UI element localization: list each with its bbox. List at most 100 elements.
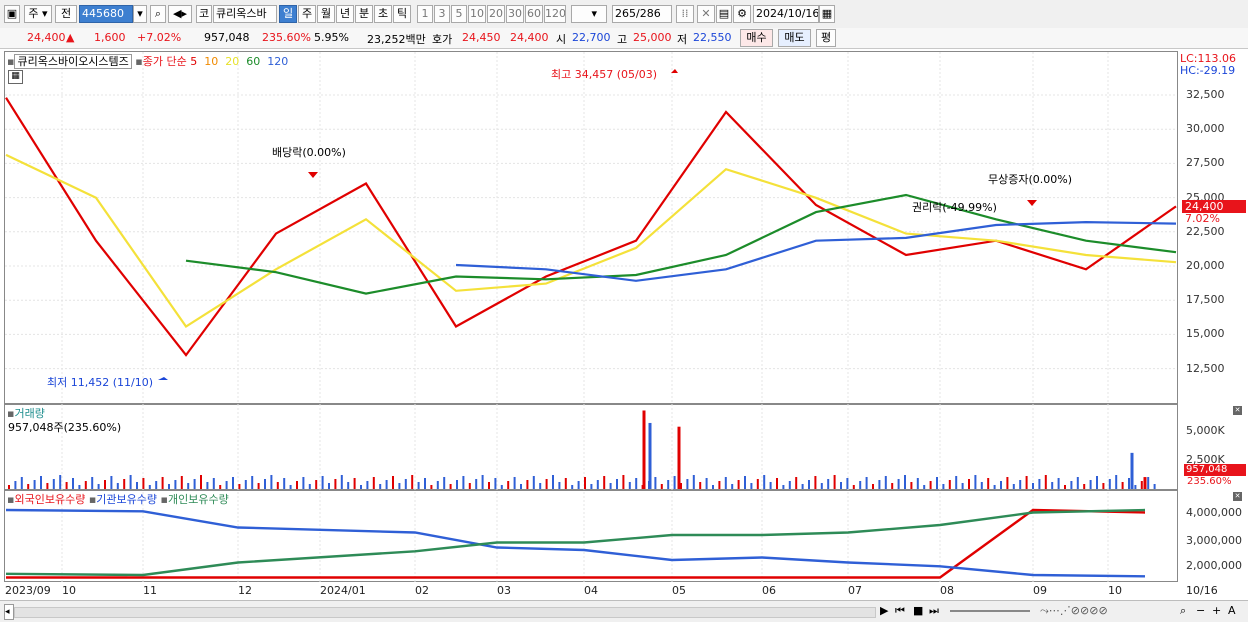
volume-bar	[616, 479, 618, 489]
price-axis-label: 22,500	[1186, 224, 1225, 238]
volume-bar	[980, 482, 983, 489]
zoom-out-icon[interactable]: −	[1196, 604, 1205, 617]
volume-bar	[532, 476, 535, 489]
volume-bar	[756, 479, 759, 489]
dividend-marker-icon	[308, 172, 318, 178]
individual-holding-label: 개인보유수량	[167, 493, 229, 506]
volume-bar	[27, 484, 30, 489]
volume-bar	[801, 484, 804, 489]
volume-bar	[750, 483, 753, 489]
volume-bar	[276, 482, 279, 489]
x-axis-label: 07	[848, 584, 862, 597]
volume-bar	[1019, 480, 1022, 489]
x-axis-label: 10	[1108, 584, 1122, 597]
volume-bar	[1115, 475, 1118, 489]
volume-bar	[635, 478, 638, 489]
volume-bar	[212, 478, 215, 489]
zoom-icon[interactable]: ⌕	[1180, 604, 1186, 618]
volume-bar	[97, 484, 100, 489]
volume-bar	[686, 479, 689, 489]
horizontal-scrollbar[interactable]	[14, 607, 876, 618]
volume-bar	[852, 485, 855, 489]
x-axis-label: 06	[762, 584, 776, 597]
price-series-종가	[5, 97, 1177, 357]
volume-bar	[884, 476, 887, 489]
x-axis-label: 10/16	[1186, 584, 1218, 597]
low-marker-icon	[158, 377, 168, 380]
volume-bar	[961, 483, 964, 489]
volume-bar	[795, 477, 798, 489]
volume-bar	[168, 484, 170, 489]
volume-bar	[840, 482, 842, 489]
volume-bar	[1025, 476, 1028, 489]
volume-bar	[232, 477, 234, 489]
zoom-slider[interactable]	[950, 610, 1030, 612]
volume-bar	[692, 475, 695, 489]
font-size-icon[interactable]: A	[1228, 604, 1236, 617]
zoom-in-icon[interactable]: +	[1212, 604, 1221, 617]
volume-bar	[257, 483, 260, 489]
x-axis-label: 09	[1033, 584, 1047, 597]
volume-bar	[872, 484, 874, 489]
volume-bar	[116, 483, 119, 489]
price-legend: ▪ 큐리옥스바이오시스템즈 ▪종가 단순 5 10 20 60 120	[7, 53, 295, 69]
volume-bar	[865, 477, 868, 489]
volume-bar	[283, 478, 286, 489]
stop-icon[interactable]: ■	[913, 604, 923, 617]
volume-bar	[1012, 484, 1015, 489]
volume-bar	[968, 479, 970, 489]
dividend-annotation: 배당락(0.00%)	[272, 146, 346, 159]
volume-bar	[1044, 475, 1047, 489]
rewind-icon[interactable]: ⏮	[895, 604, 905, 618]
volume-bar	[20, 477, 23, 489]
forward-icon[interactable]: ⏭	[929, 604, 939, 618]
volume-bar	[1057, 478, 1060, 489]
volume-bar	[974, 475, 977, 489]
scroll-right-icon[interactable]: ▶	[880, 604, 888, 617]
volume-bar	[1096, 476, 1098, 489]
price-axis-label: 15,000	[1186, 327, 1225, 341]
volume-bar	[270, 475, 273, 489]
volume-bar	[1147, 477, 1150, 489]
volume-tag: 957,048	[1184, 464, 1246, 476]
volume-bar	[737, 480, 740, 489]
volume-bar	[987, 478, 990, 489]
volume-bar	[571, 485, 574, 489]
volume-bar	[264, 479, 266, 489]
volume-bar	[1064, 485, 1066, 489]
volume-bar	[545, 479, 548, 489]
volume-bar	[481, 475, 484, 489]
volume-bar	[129, 475, 132, 489]
volume-bar	[769, 482, 772, 489]
price-axis-label: 30,000	[1186, 122, 1225, 136]
volume-bar	[1032, 483, 1034, 489]
volume-bar	[648, 422, 652, 489]
x-axis-label: 05	[672, 584, 686, 597]
volume-bar	[827, 479, 830, 489]
volume-bar	[577, 481, 580, 489]
volume-bar	[1108, 479, 1111, 489]
volume-bar	[65, 482, 68, 489]
volume-bar	[148, 485, 151, 489]
volume-bar	[308, 484, 311, 489]
volume-bar	[731, 484, 734, 489]
drawing-tools-icon[interactable]: ⤳⋯⋰⊘⊘⊘⊘	[1040, 604, 1108, 618]
volume-bar	[596, 480, 599, 489]
volume-bar	[552, 475, 554, 489]
volume-bar	[891, 483, 894, 489]
volume-bar	[712, 485, 714, 489]
volume-bar	[648, 481, 650, 489]
rights-annotation: 권리락(-49.99%)	[912, 201, 997, 214]
volume-bar	[564, 478, 567, 489]
scroll-left-icon[interactable]: ◂	[4, 604, 14, 620]
volume-close-icon[interactable]: ✕	[1233, 406, 1242, 415]
volume-bar	[379, 484, 382, 489]
table-icon[interactable]: ▦	[8, 70, 23, 84]
holding-close-icon[interactable]: ✕	[1233, 492, 1242, 501]
ma-period-20: 20	[225, 55, 240, 68]
volume-bar	[590, 484, 593, 489]
ma-period-60: 60	[246, 55, 261, 68]
volume-bar	[1130, 452, 1134, 489]
volume-bar	[468, 483, 471, 489]
x-axis-label: 2024/01	[320, 584, 366, 597]
